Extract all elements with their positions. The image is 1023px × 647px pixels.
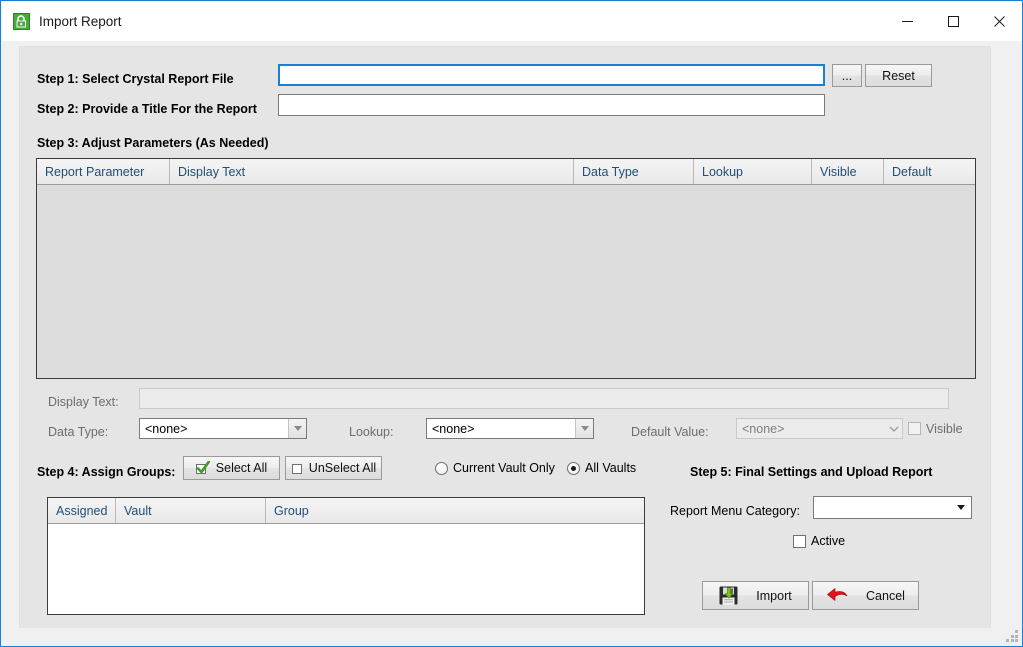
lookup-combo[interactable]: <none> [426, 418, 594, 439]
groups-grid[interactable]: Assigned Vault Group [47, 497, 645, 615]
column-data-type[interactable]: Data Type [574, 159, 694, 184]
chevron-down-icon [951, 497, 971, 518]
default-value-value: <none> [742, 421, 785, 436]
dialog-body: Step 1: Select Crystal Report File ... R… [2, 41, 1022, 646]
column-visible[interactable]: Visible [812, 159, 884, 184]
minimize-icon[interactable] [884, 2, 930, 41]
save-floppy-green-arrow-icon [719, 586, 738, 605]
empty-box-icon [291, 462, 303, 474]
data-type-label: Data Type: [48, 425, 109, 439]
report-menu-category-label: Report Menu Category: [670, 504, 800, 518]
step1-label: Step 1: Select Crystal Report File [37, 72, 234, 86]
red-arrow-icon [826, 587, 848, 605]
unselect-all-label: UnSelect All [308, 461, 377, 475]
title-bar: Import Report [2, 2, 1022, 41]
unselect-all-button[interactable]: UnSelect All [285, 456, 382, 480]
visible-checkbox-label: Visible [926, 421, 963, 436]
select-all-button[interactable]: Select All [183, 456, 280, 480]
column-lookup[interactable]: Lookup [694, 159, 812, 184]
import-button[interactable]: Import [702, 581, 809, 610]
column-group[interactable]: Group [266, 498, 644, 523]
report-menu-category-combo[interactable] [813, 496, 972, 519]
step3-label: Step 3: Adjust Parameters (As Needed) [37, 136, 269, 150]
reset-button[interactable]: Reset [865, 64, 932, 87]
column-display-text[interactable]: Display Text [170, 159, 574, 184]
column-report-parameter[interactable]: Report Parameter [37, 159, 170, 184]
active-checkbox-box [793, 534, 806, 548]
cancel-button[interactable]: Cancel [812, 581, 919, 610]
parameters-grid-header: Report Parameter Display Text Data Type … [37, 159, 975, 185]
import-label: Import [756, 588, 792, 603]
window-controls [884, 2, 1022, 41]
step5-label: Step 5: Final Settings and Upload Report [690, 465, 933, 479]
report-title-input[interactable] [278, 94, 825, 116]
chevron-down-icon [288, 419, 306, 438]
maximize-icon[interactable] [930, 2, 976, 41]
parameters-grid[interactable]: Report Parameter Display Text Data Type … [36, 158, 976, 379]
resize-grip[interactable] [1006, 630, 1019, 643]
active-checkbox[interactable]: Active [793, 532, 845, 550]
radio-current-vault-only[interactable]: Current Vault Only [435, 456, 555, 480]
display-text-input[interactable] [139, 388, 949, 409]
active-checkbox-label: Active [811, 534, 846, 548]
radio-current-vault-only-label: Current Vault Only [453, 461, 555, 475]
cancel-label: Cancel [866, 588, 905, 603]
radio-all-vaults-dot [567, 461, 580, 475]
crystal-report-file-input[interactable] [278, 64, 825, 86]
lookup-value: <none> [432, 421, 475, 436]
chevron-down-icon [575, 419, 593, 438]
radio-all-vaults[interactable]: All Vaults [567, 456, 636, 480]
column-assigned[interactable]: Assigned [48, 498, 116, 523]
green-check-icon [195, 461, 210, 475]
visible-checkbox-box [908, 422, 921, 435]
data-type-combo[interactable]: <none> [139, 418, 307, 439]
groups-grid-body [48, 524, 644, 614]
select-all-label: Select All [215, 461, 268, 475]
chevron-down-icon [885, 419, 902, 438]
lock-report-icon [13, 13, 30, 30]
default-value-label: Default Value: [631, 425, 709, 439]
default-value-combo[interactable]: <none> [736, 418, 903, 439]
close-icon[interactable] [976, 2, 1022, 41]
import-report-window: Import Report Step 1: Select Crystal Rep… [0, 0, 1023, 647]
lookup-label: Lookup: [349, 425, 394, 439]
form-panel: Step 1: Select Crystal Report File ... R… [19, 46, 991, 635]
column-vault[interactable]: Vault [116, 498, 266, 523]
radio-all-vaults-label: All Vaults [585, 461, 637, 475]
display-text-label: Display Text: [48, 395, 119, 409]
radio-current-vault-only-dot [435, 461, 448, 475]
window-title: Import Report [39, 14, 122, 29]
visible-checkbox[interactable]: Visible [908, 418, 963, 439]
groups-grid-header: Assigned Vault Group [48, 498, 644, 524]
column-default[interactable]: Default [884, 159, 975, 184]
step2-label: Step 2: Provide a Title For the Report [37, 102, 257, 116]
step4-label: Step 4: Assign Groups: [37, 465, 176, 479]
browse-button[interactable]: ... [832, 64, 862, 87]
parameters-grid-body [37, 185, 975, 378]
status-bar [2, 628, 1022, 645]
data-type-value: <none> [145, 421, 188, 436]
